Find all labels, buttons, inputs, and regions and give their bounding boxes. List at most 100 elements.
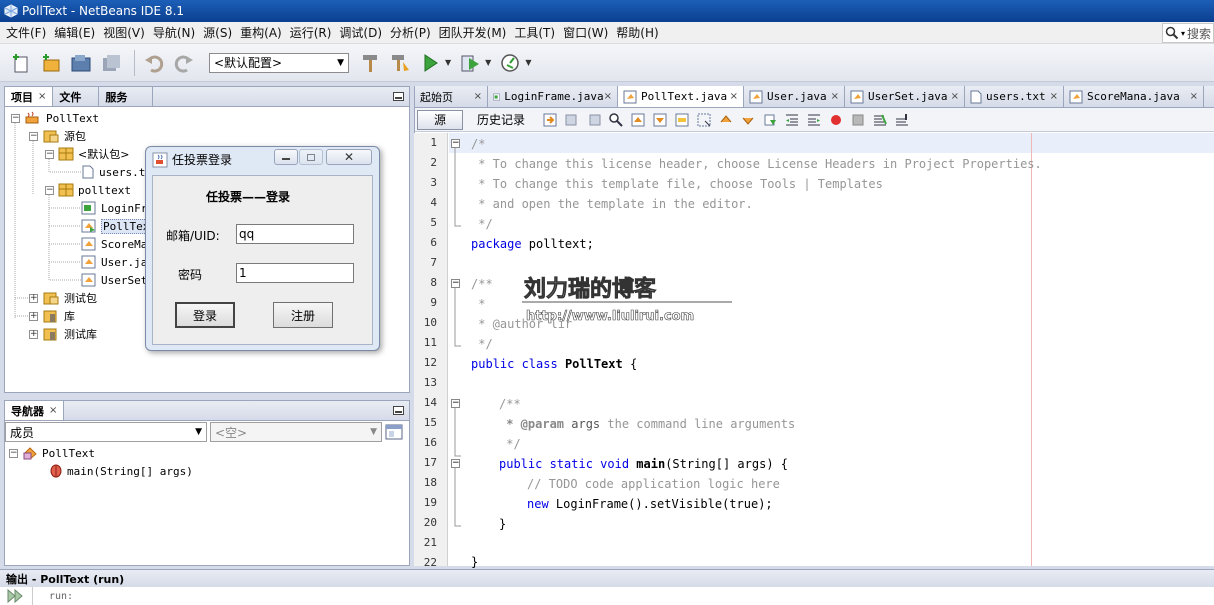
members-select[interactable]: 成员 ▼: [5, 422, 207, 442]
menu-help[interactable]: 帮助(H): [612, 24, 662, 41]
close-icon[interactable]: ×: [1050, 91, 1058, 102]
menu-refactor[interactable]: 重构(A): [236, 24, 286, 41]
dialog-maximize-button[interactable]: [299, 149, 323, 165]
expand-icon[interactable]: +: [29, 329, 38, 339]
close-icon[interactable]: ×: [49, 405, 57, 416]
find-next-icon[interactable]: [652, 112, 668, 128]
debug-dropdown-icon[interactable]: ▼: [485, 58, 491, 67]
tab-polltext[interactable]: PollText.java ×: [618, 86, 744, 107]
code-line[interactable]: * @author lir: [471, 317, 572, 331]
profile-button[interactable]: [497, 50, 523, 76]
code-line[interactable]: public static void main(String[] args) {: [499, 457, 788, 471]
menu-window[interactable]: 窗口(W): [559, 24, 612, 41]
register-button[interactable]: 注册: [273, 302, 333, 328]
tab-projects[interactable]: 项目 ×: [5, 87, 54, 106]
close-icon[interactable]: ×: [474, 91, 482, 102]
tab-services[interactable]: 服务: [99, 87, 154, 106]
forward-icon[interactable]: [586, 112, 602, 128]
code-line[interactable]: public class PollText {: [471, 357, 637, 371]
close-icon[interactable]: ×: [730, 91, 738, 102]
find-icon[interactable]: [608, 112, 624, 128]
toggle-selection-icon[interactable]: [696, 112, 712, 128]
code-line[interactable]: new LoginFrame().setVisible(true);: [527, 497, 773, 511]
source-view-button[interactable]: 源: [417, 109, 464, 130]
tree-source-packages[interactable]: − 源包: [29, 127, 86, 145]
close-icon[interactable]: ×: [38, 91, 46, 102]
comment-icon[interactable]: [872, 112, 888, 128]
code-line[interactable]: }: [471, 555, 478, 569]
menu-run[interactable]: 运行(R): [286, 24, 336, 41]
email-field[interactable]: qq: [236, 224, 354, 244]
history-view-button[interactable]: 历史记录: [469, 111, 533, 128]
tree-default-package[interactable]: − <默认包>: [45, 145, 129, 163]
menu-file[interactable]: 文件(F): [2, 24, 50, 41]
undo-button[interactable]: [141, 50, 167, 76]
menu-debug[interactable]: 调试(D): [335, 24, 386, 41]
back-icon[interactable]: [564, 112, 580, 128]
tab-users-txt[interactable]: users.txt ×: [965, 86, 1064, 107]
nav-tree-class[interactable]: − PollText: [9, 444, 95, 462]
filter-select[interactable]: <空> ▼: [210, 422, 382, 442]
fold-toggle-icon[interactable]: −: [451, 139, 460, 148]
navigator-options-button[interactable]: [385, 423, 403, 444]
dialog-close-button[interactable]: ✕: [326, 149, 372, 165]
tab-scoremana[interactable]: ScoreMana.java ×: [1064, 86, 1204, 107]
expand-icon[interactable]: +: [29, 311, 38, 321]
profile-dropdown-icon[interactable]: ▼: [525, 58, 531, 67]
password-field[interactable]: 1: [236, 263, 354, 283]
dialog-minimize-button[interactable]: [274, 149, 298, 165]
shift-right-icon[interactable]: [806, 112, 822, 128]
close-icon[interactable]: ×: [831, 91, 839, 102]
uncomment-icon[interactable]: [894, 112, 910, 128]
collapse-icon[interactable]: −: [11, 113, 20, 123]
menu-view[interactable]: 视图(V): [99, 24, 149, 41]
tree-project[interactable]: − PollText: [11, 109, 99, 127]
tab-loginframe[interactable]: LoginFrame.java ×: [488, 86, 618, 107]
previous-bookmark-icon[interactable]: [718, 112, 734, 128]
toggle-highlight-icon[interactable]: [674, 112, 690, 128]
code-line[interactable]: */: [471, 337, 492, 351]
tab-start-page[interactable]: 起始页 ×: [415, 86, 488, 107]
collapse-icon[interactable]: −: [29, 131, 38, 141]
stop-macro-icon[interactable]: [850, 112, 866, 128]
tab-userset[interactable]: UserSet.java ×: [845, 86, 965, 107]
menu-tools[interactable]: 工具(T): [510, 24, 559, 41]
find-previous-icon[interactable]: [630, 112, 646, 128]
tab-navigator[interactable]: 导航器 ×: [5, 401, 65, 420]
run-button[interactable]: [417, 50, 443, 76]
expand-icon[interactable]: +: [29, 293, 38, 303]
code-line[interactable]: package polltext;: [471, 237, 594, 251]
new-file-button[interactable]: [8, 50, 34, 76]
menu-profile[interactable]: 分析(P): [386, 24, 435, 41]
collapse-icon[interactable]: −: [9, 448, 18, 458]
debug-button[interactable]: [457, 50, 483, 76]
code-line[interactable]: /**: [471, 277, 493, 291]
code-line[interactable]: * @param args the command line arguments: [499, 417, 795, 431]
code-line[interactable]: /*: [471, 137, 485, 151]
tab-user[interactable]: User.java ×: [744, 86, 845, 107]
menu-source[interactable]: 源(S): [199, 24, 236, 41]
build-button[interactable]: [357, 50, 383, 76]
menu-edit[interactable]: 编辑(E): [50, 24, 99, 41]
tree-test-packages[interactable]: + 测试包: [29, 289, 97, 307]
open-project-button[interactable]: [68, 50, 94, 76]
nav-tree-method[interactable]: main(String[] args): [49, 462, 193, 480]
tree-libraries[interactable]: + 库: [29, 307, 75, 325]
code-line[interactable]: /**: [499, 397, 521, 411]
code-line[interactable]: * and open the template in the editor.: [471, 197, 753, 211]
login-button[interactable]: 登录: [175, 302, 235, 328]
configuration-select[interactable]: <默认配置> ▼: [209, 52, 349, 73]
code-line[interactable]: }: [499, 517, 506, 531]
redo-button[interactable]: [171, 50, 197, 76]
rerun-icon[interactable]: [6, 588, 26, 604]
close-icon[interactable]: ×: [951, 91, 959, 102]
output-panel-header[interactable]: 输出 - PollText (run): [0, 569, 1214, 587]
minimize-navigator-button[interactable]: [391, 401, 405, 420]
save-all-button[interactable]: [98, 50, 124, 76]
search-box[interactable]: ▾ 搜索: [1162, 23, 1214, 43]
tree-test-libraries[interactable]: + 测试库: [29, 325, 97, 343]
menu-navigate[interactable]: 导航(N): [149, 24, 199, 41]
shift-left-icon[interactable]: [784, 112, 800, 128]
toggle-bookmark-icon[interactable]: [762, 112, 778, 128]
next-bookmark-icon[interactable]: [740, 112, 756, 128]
